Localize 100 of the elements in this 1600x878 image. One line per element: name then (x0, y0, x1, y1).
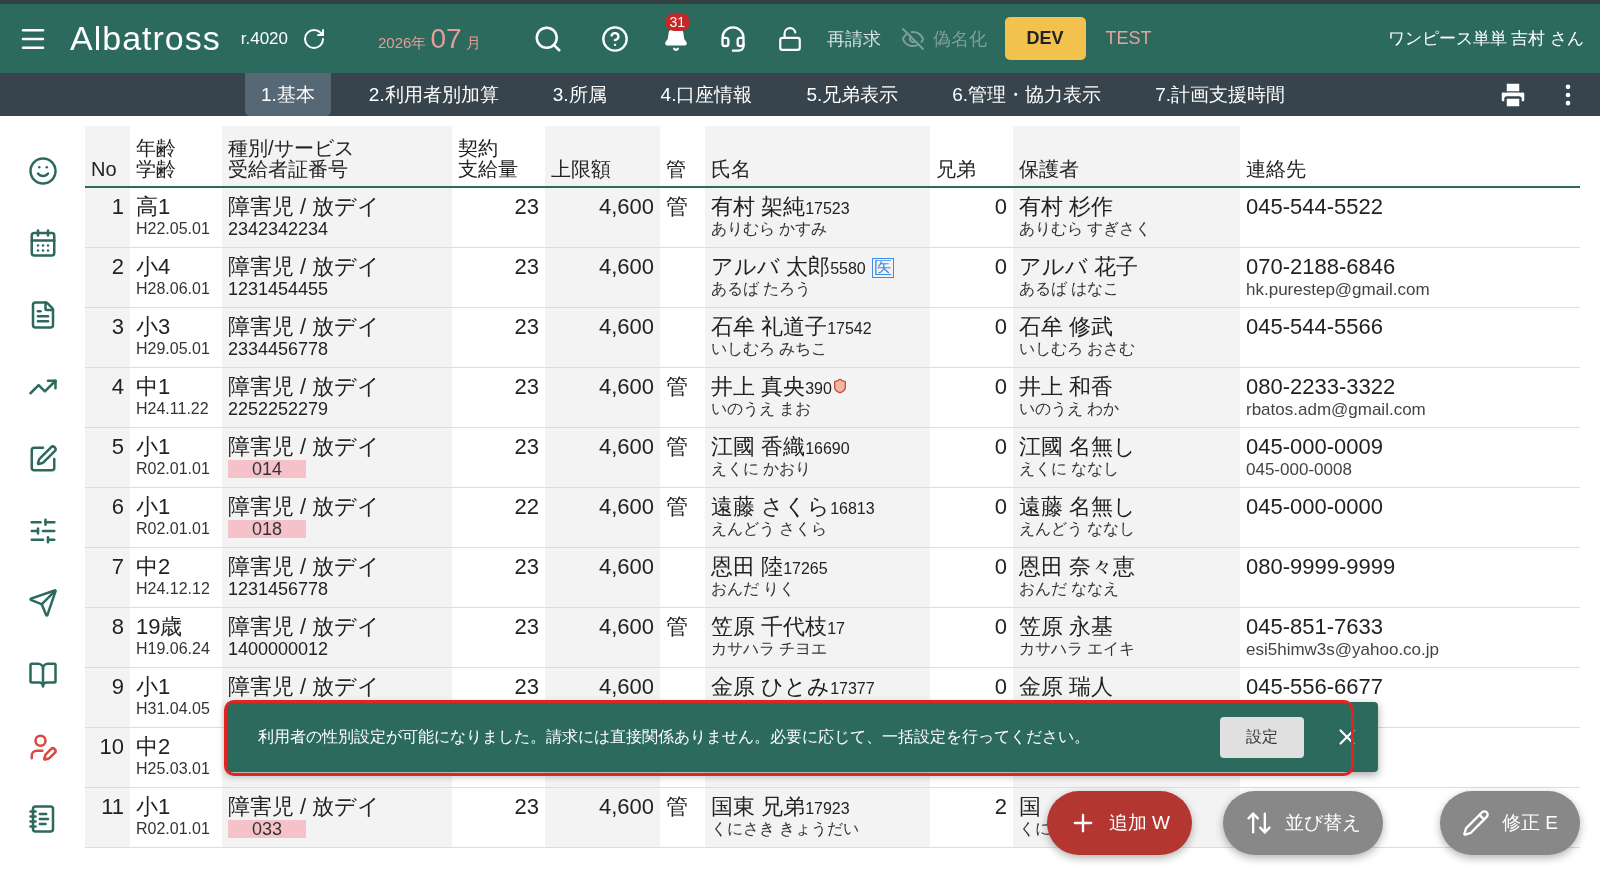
name-reading: えんどう さくら (711, 520, 828, 538)
contract-amount: 23 (514, 374, 539, 400)
guardian-name: 井上 和香 (1019, 374, 1114, 400)
revision-label: r.4020 (240, 28, 288, 49)
birth-date: H28.06.01 (136, 280, 210, 298)
service-type: 障害児 / 放デイ (228, 374, 381, 400)
lock-icon[interactable] (776, 25, 803, 52)
tab[interactable]: 6.管理・協力表示 (936, 73, 1118, 116)
user-id: 16690 (805, 440, 850, 458)
refresh-icon[interactable] (302, 26, 326, 51)
medical-badge: 医 (871, 258, 894, 278)
guardian-reading: いのうえ わか (1019, 400, 1120, 418)
phone-number: 045-556-6677 (1246, 674, 1383, 700)
birth-date: R02.01.01 (136, 820, 210, 838)
row-number: 5 (111, 434, 124, 460)
service-type: 障害児 / 放デイ (228, 614, 381, 640)
user-name-text: 井上 真央 (711, 374, 806, 400)
tab[interactable]: 2.利用者別加算 (352, 73, 515, 116)
user-name: ワンピース単単 吉村 さん (1387, 28, 1584, 50)
contract-amount: 23 (514, 614, 539, 640)
tab[interactable]: 7.計画支援時間 (1139, 73, 1301, 116)
contract-amount: 23 (514, 314, 539, 340)
limit-amount: 4,600 (598, 494, 654, 520)
help-icon[interactable] (600, 24, 629, 53)
limit-amount: 4,600 (598, 314, 654, 340)
grade-text: 小1 (136, 434, 171, 460)
sibling-count: 0 (994, 494, 1007, 520)
tab[interactable]: 1.基本 (245, 73, 331, 116)
settings-button[interactable]: 設定 (1220, 716, 1304, 758)
guardian-name: 国 (1019, 794, 1041, 820)
grade-text: 高1 (136, 194, 171, 220)
user-name-text: 有村 架純 (711, 194, 806, 220)
phone-number: 080-2233-3322 (1246, 374, 1396, 400)
contract-amount: 23 (514, 674, 539, 700)
sibling-count: 0 (994, 374, 1007, 400)
birth-date: R02.01.01 (136, 460, 210, 478)
row-number: 1 (111, 194, 124, 220)
limit-amount: 4,600 (598, 554, 654, 580)
birth-date: H24.12.12 (136, 580, 210, 598)
user-id: 17542 (827, 320, 872, 338)
user-id: 17923 (805, 800, 850, 818)
phone-number: 045-000-0009 (1246, 434, 1383, 460)
contact-detail: rbatos.adm@gmail.com (1246, 400, 1426, 419)
birth-date: H19.06.24 (136, 640, 210, 658)
user-name-text: アルバ 太郎 (711, 254, 831, 280)
certificate-number: 018 (228, 520, 306, 538)
headset-icon[interactable] (718, 24, 747, 53)
action-button[interactable]: 修正 E (1440, 791, 1580, 855)
sibling-count: 0 (994, 434, 1007, 460)
contract-amount: 23 (514, 554, 539, 580)
row-number: 8 (111, 614, 124, 640)
name-reading: カサハラ チヨエ (711, 640, 828, 658)
month-unit: 月 (465, 33, 481, 53)
guardian-reading: おんだ ななえ (1019, 580, 1120, 598)
user-name-text: 国東 兄弟 (711, 794, 806, 820)
action-button[interactable]: 並び替え (1223, 791, 1384, 855)
row-number: 6 (111, 494, 124, 520)
guardian-reading: いしむろ おさむ (1019, 340, 1136, 358)
grade-text: 中2 (136, 554, 171, 580)
guardian-reading: ありむら すぎさく (1019, 220, 1152, 238)
sibling-count: 0 (994, 674, 1007, 700)
user-id: 17377 (830, 680, 875, 698)
phone-number: 070-2188-6846 (1246, 254, 1396, 280)
guardian-name: 遠藤 名無し (1019, 494, 1137, 520)
user-name-text: 恩田 陸 (711, 554, 784, 580)
phone-number: 045-000-0000 (1246, 494, 1383, 520)
row-number: 4 (111, 374, 124, 400)
user-name-text: 遠藤 さくら (711, 494, 831, 520)
environment-button[interactable]: DEV (1004, 17, 1086, 60)
app-logo: Albatross (70, 19, 221, 58)
guardian-reading: カサハラ エイキ (1019, 640, 1136, 658)
header-action[interactable]: 再請求 (826, 26, 881, 51)
guardian-name: 江國 名無し (1019, 434, 1137, 460)
row-number: 3 (111, 314, 124, 340)
row-number: 7 (111, 554, 124, 580)
column-header: 保護者 (1013, 126, 1240, 186)
limit-amount: 4,600 (598, 374, 654, 400)
book-icon[interactable] (27, 660, 58, 690)
limit-amount: 4,600 (598, 434, 654, 460)
tab[interactable]: 4.口座情報 (644, 73, 769, 116)
pencil-icon (1462, 809, 1491, 837)
calendar-icon[interactable] (27, 228, 58, 258)
sibling-count: 2 (994, 794, 1007, 820)
tab[interactable]: 3.所属 (536, 73, 623, 116)
smiley-icon[interactable] (27, 156, 58, 186)
column-header: 氏名 (705, 126, 930, 186)
limit-amount: 4,600 (598, 614, 654, 640)
guardian-name: 恩田 奈々恵 (1019, 554, 1136, 580)
sibling-count: 0 (994, 614, 1007, 640)
sibling-count: 0 (994, 314, 1007, 340)
user-id: 5580 (830, 260, 866, 278)
contract-amount: 23 (514, 794, 539, 820)
name-reading: いしむろ みちこ (711, 340, 828, 358)
sibling-count: 0 (994, 254, 1007, 280)
management-mark: 管 (666, 194, 688, 220)
tab[interactable]: 5.兄弟表示 (790, 73, 915, 116)
column-header: 上限額 (545, 126, 660, 186)
name-reading: いのうえ まお (711, 400, 812, 418)
service-type: 障害児 / 放デイ (228, 674, 381, 700)
send-icon[interactable] (27, 588, 58, 618)
